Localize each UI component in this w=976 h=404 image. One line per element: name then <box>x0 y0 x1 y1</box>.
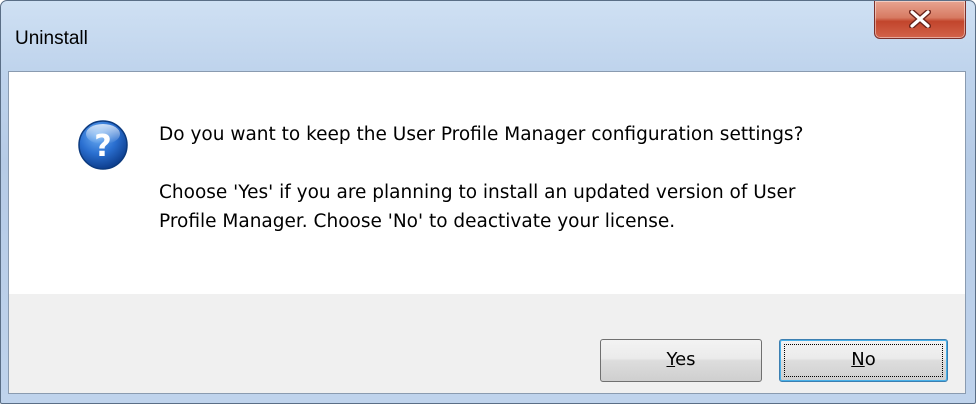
question-text: Do you want to keep the User Profile Man… <box>159 124 804 145</box>
close-icon <box>909 10 931 28</box>
message-area: ? Do you want to keep the User Profile M… <box>9 72 965 294</box>
detail-text-line-2: Profile Manager. Choose 'No' to deactiva… <box>159 211 676 232</box>
close-button[interactable] <box>874 1 966 39</box>
button-bar: Yes No <box>9 294 965 393</box>
yes-mnemonic: Y <box>666 349 676 370</box>
no-button[interactable]: No <box>779 339 948 382</box>
dialog-client-area: ? Do you want to keep the User Profile M… <box>8 71 966 394</box>
yes-label-rest: es <box>675 349 696 370</box>
title-bar[interactable]: Uninstall <box>1 1 975 69</box>
question-icon: ? <box>78 120 128 170</box>
svg-text:?: ? <box>94 129 111 164</box>
uninstall-dialog-window: Uninstall ? Do you want to keep the User… <box>0 0 976 404</box>
yes-button[interactable]: Yes <box>600 339 762 382</box>
focus-rectangle <box>784 344 943 377</box>
detail-text-line-1: Choose 'Yes' if you are planning to inst… <box>159 182 796 203</box>
window-title: Uninstall <box>15 28 88 49</box>
